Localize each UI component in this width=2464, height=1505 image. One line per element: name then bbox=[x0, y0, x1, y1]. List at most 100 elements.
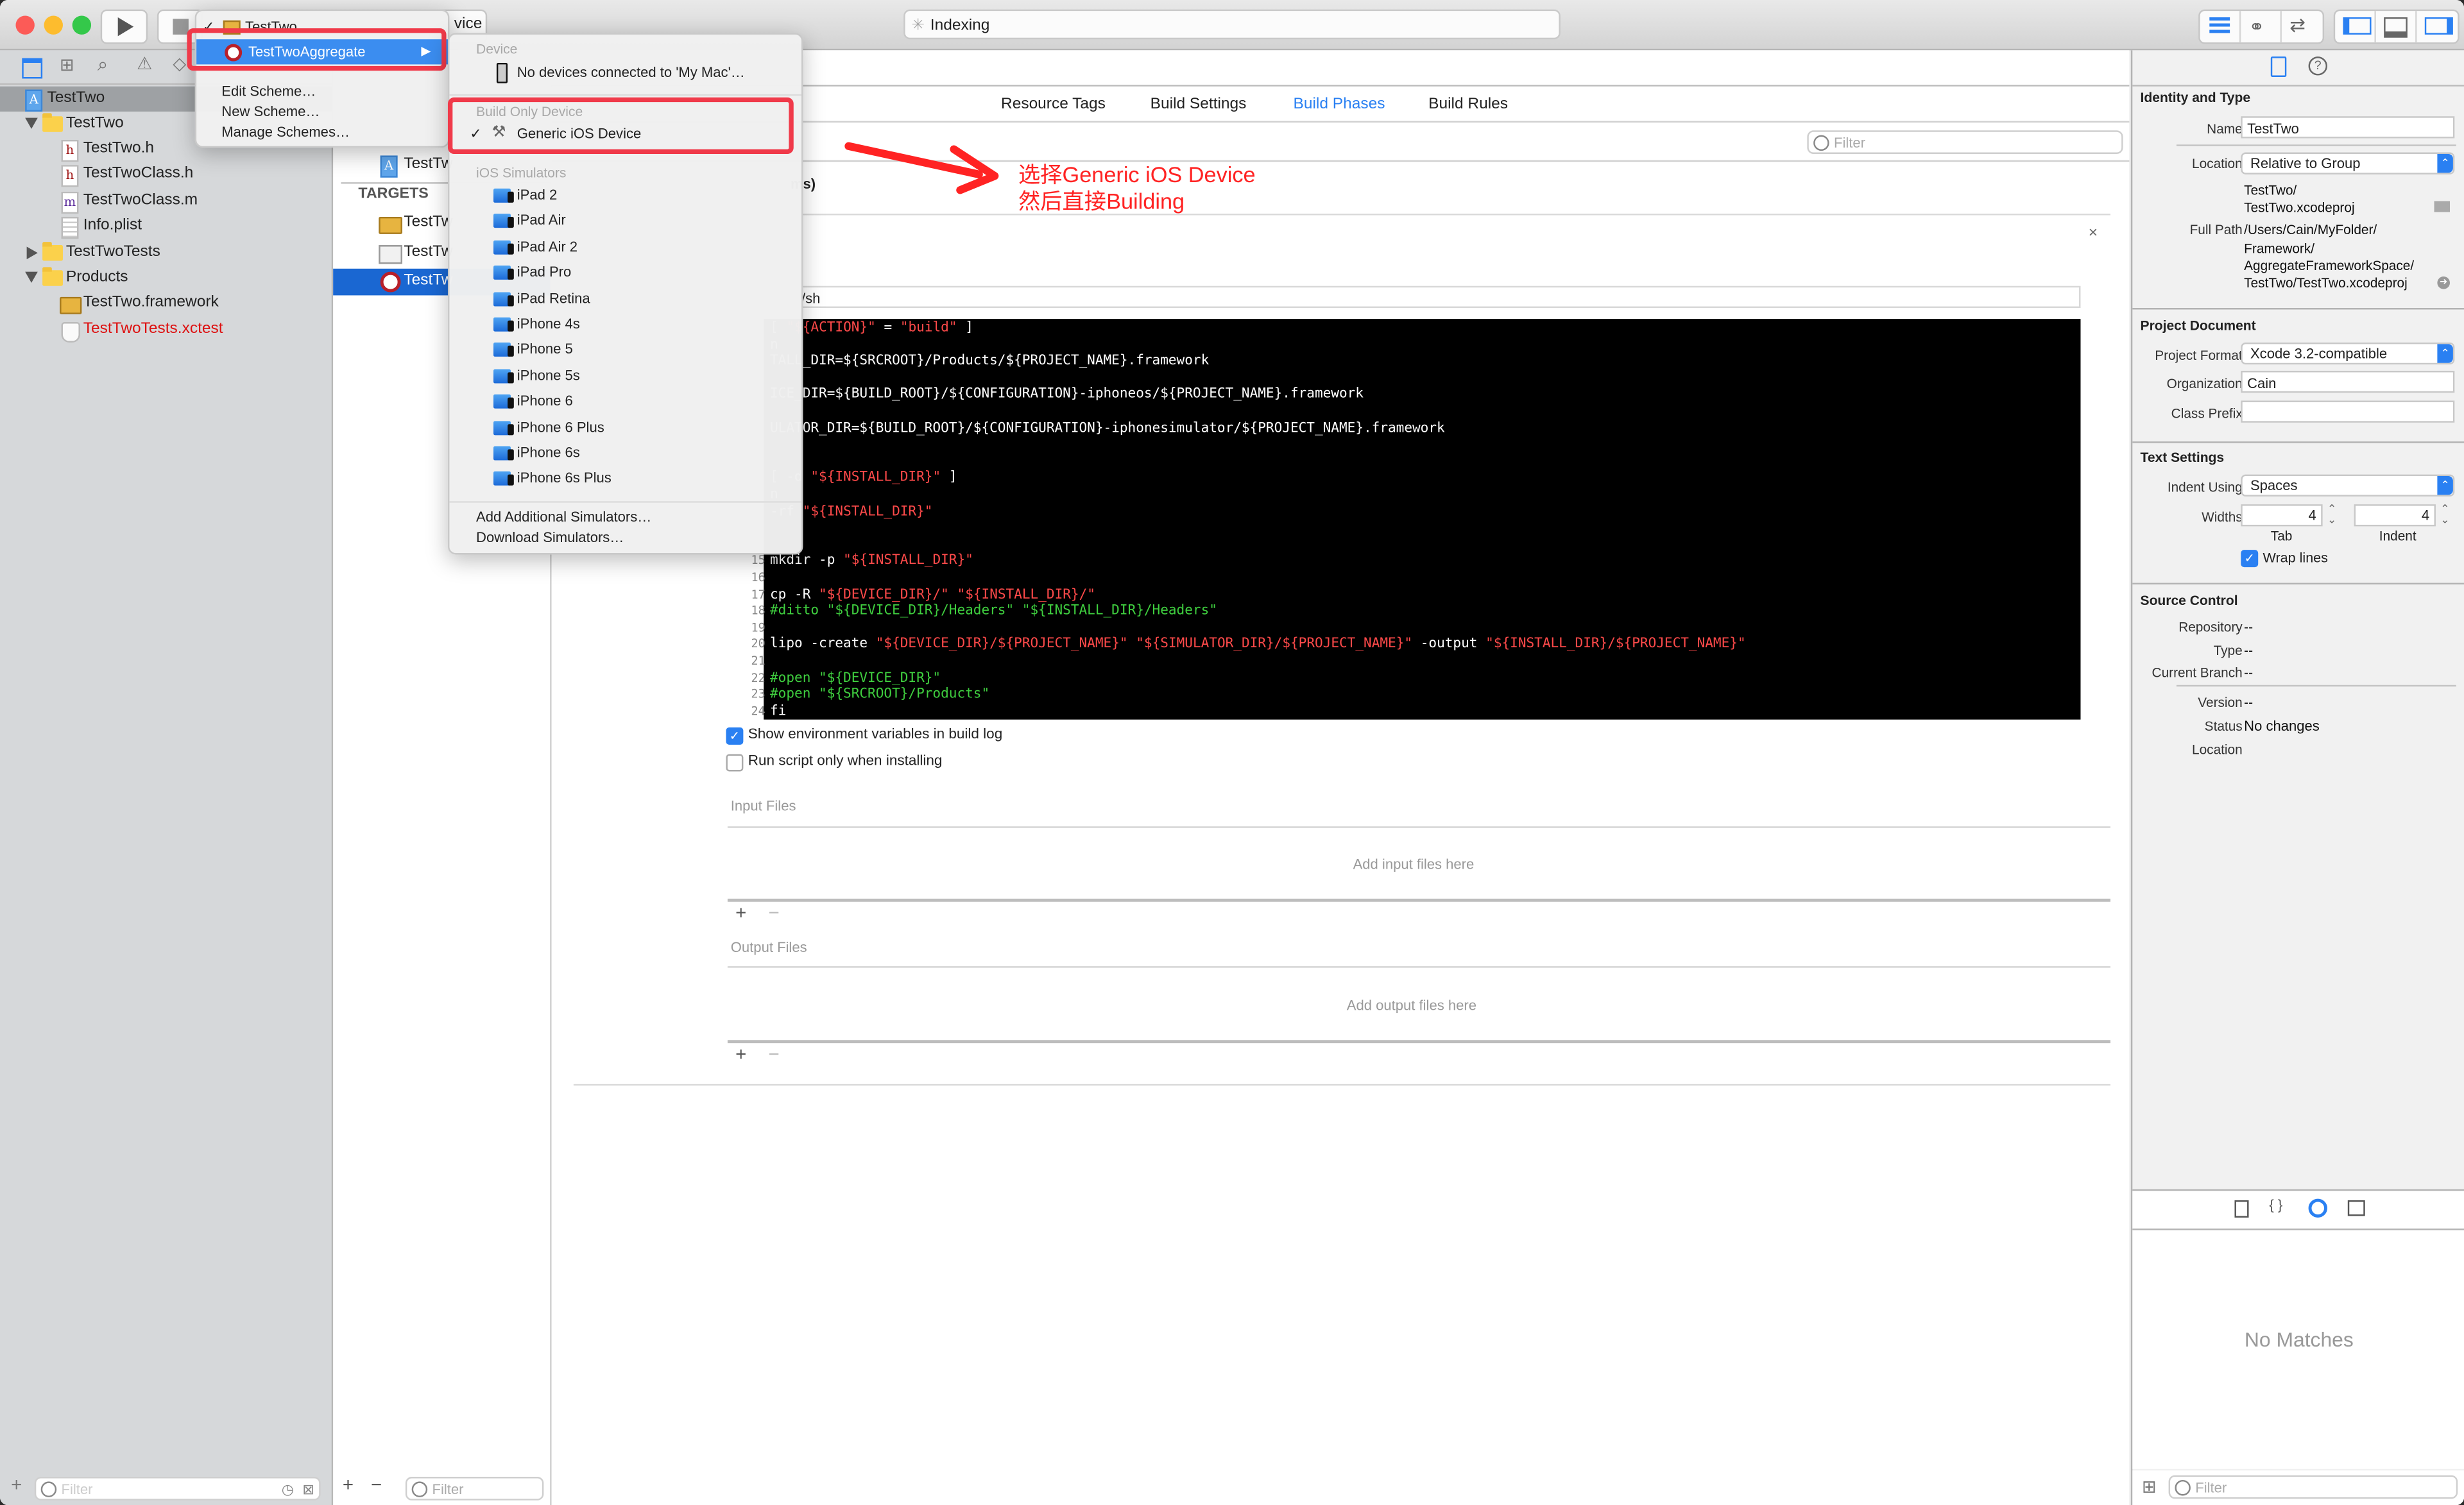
menu-simulator-item[interactable]: iPhone 6 Plus bbox=[449, 416, 801, 438]
menu-new-scheme[interactable]: New Scheme… bbox=[196, 101, 448, 123]
tab-build-settings[interactable]: Build Settings bbox=[1151, 96, 1247, 113]
folder-navigator-icon[interactable] bbox=[22, 58, 43, 79]
class-prefix-field[interactable] bbox=[2241, 400, 2455, 423]
run-button[interactable] bbox=[100, 9, 148, 44]
delete-phase-button[interactable]: × bbox=[2089, 225, 2098, 242]
nav-item-file[interactable]: TestTwoTests.xctest bbox=[0, 318, 332, 343]
menu-edit-scheme[interactable]: Edit Scheme… bbox=[196, 80, 448, 102]
indent-width-field[interactable]: 4 bbox=[2354, 504, 2436, 527]
organization-field[interactable]: Cain bbox=[2241, 370, 2455, 393]
recent-files-icon[interactable]: ◷ bbox=[282, 1479, 294, 1502]
phases-filter-input[interactable]: Filter bbox=[1807, 130, 2123, 155]
code-text: TALL_DIR=${SRCROOT}/Products/${PROJECT_N… bbox=[770, 353, 1210, 370]
tab-build-phases[interactable]: Build Phases bbox=[1294, 96, 1385, 113]
spinner-icon: ✳ bbox=[911, 17, 925, 35]
menu-simulator-item[interactable]: iPhone 5s bbox=[449, 364, 801, 386]
object-library-icon[interactable] bbox=[2308, 1198, 2327, 1218]
menu-simulator-item[interactable]: iPad Air 2 bbox=[449, 235, 801, 257]
test-navigator-icon[interactable]: ◇ bbox=[173, 53, 186, 74]
menu-simulator-item[interactable]: iPhone 6 bbox=[449, 390, 801, 412]
minimize-window-button[interactable] bbox=[44, 15, 63, 35]
add-file-button[interactable]: + bbox=[11, 1474, 22, 1495]
menu-simulator-item[interactable]: iPhone 4s bbox=[449, 312, 801, 334]
quick-help-icon[interactable]: ? bbox=[2308, 56, 2327, 76]
project-format-value: Xcode 3.2-compatible bbox=[2250, 345, 2388, 362]
checkbox-checked[interactable]: ✓ bbox=[2241, 550, 2259, 568]
nav-item-file[interactable]: TestTwo.framework bbox=[0, 291, 332, 316]
reveal-folder-icon[interactable] bbox=[2434, 201, 2450, 212]
simulator-icon bbox=[493, 214, 514, 229]
assistant-editor-button[interactable]: ⚭ bbox=[2241, 11, 2282, 43]
media-library-icon[interactable] bbox=[2347, 1200, 2365, 1216]
menu-download-simulators[interactable]: Download Simulators… bbox=[449, 526, 801, 548]
file-template-library-icon[interactable] bbox=[2234, 1200, 2249, 1218]
zoom-window-button[interactable] bbox=[72, 15, 92, 35]
tab-width-field[interactable]: 4 bbox=[2241, 504, 2323, 527]
project-format-popup[interactable]: Xcode 3.2-compatible bbox=[2241, 342, 2455, 365]
nav-item-file[interactable]: m TestTwoClass.m bbox=[0, 189, 332, 214]
toggle-inspector-button[interactable] bbox=[2417, 11, 2456, 42]
toggle-navigator-button[interactable] bbox=[2335, 11, 2376, 43]
targets-filter-input[interactable]: Filter bbox=[405, 1477, 544, 1501]
iphone-device-icon bbox=[496, 62, 508, 83]
remove-input-file-button[interactable]: − bbox=[769, 902, 780, 924]
menu-simulator-item[interactable]: iPhone 6s Plus bbox=[449, 467, 801, 489]
code-snippet-library-icon[interactable]: { } bbox=[2269, 1197, 2282, 1212]
location-popup[interactable]: Relative to Group bbox=[2241, 152, 2455, 174]
close-window-button[interactable] bbox=[15, 15, 35, 35]
standard-editor-button[interactable] bbox=[2200, 11, 2241, 43]
code-line: 18 #ditto "${DEVICE_DIR}/Headers" "${INST… bbox=[751, 604, 1217, 619]
navigator-filter-input[interactable]: Filter ◷ ⊠ bbox=[34, 1477, 321, 1502]
library-footer: ⊞ Filter bbox=[2132, 1470, 2464, 1505]
header-file-icon: h bbox=[61, 139, 79, 162]
name-field[interactable]: TestTwo bbox=[2241, 116, 2455, 139]
checkbox-unchecked[interactable] bbox=[726, 754, 744, 772]
nav-item-group-products[interactable]: Products bbox=[0, 266, 332, 291]
source-control-filter-icon[interactable]: ⊠ bbox=[302, 1479, 314, 1502]
search-navigator-icon[interactable]: ⌕ bbox=[98, 53, 108, 77]
add-target-button[interactable]: + bbox=[343, 1474, 354, 1495]
nav-item-file[interactable]: h TestTwoClass.h bbox=[0, 162, 332, 187]
tab-width-stepper-icon[interactable]: ⌃ ⌄ bbox=[2327, 504, 2336, 526]
add-input-file-button[interactable]: + bbox=[735, 902, 746, 924]
grid-view-icon[interactable]: ⊞ bbox=[2142, 1477, 2157, 1497]
menu-simulator-item[interactable]: iPhone 5 bbox=[449, 338, 801, 360]
indent-using-label: Indent Using bbox=[2167, 479, 2243, 495]
menu-manage-schemes[interactable]: Manage Schemes… bbox=[196, 121, 448, 143]
indent-using-popup[interactable]: Spaces bbox=[2241, 474, 2455, 497]
menu-simulator-item[interactable]: iPad Air bbox=[449, 210, 801, 232]
output-files-placeholder[interactable]: Add output files here bbox=[1347, 998, 1476, 1013]
checkbox-checked[interactable]: ✓ bbox=[726, 727, 744, 745]
disclosure-triangle-icon[interactable] bbox=[26, 246, 38, 260]
toggle-debug-button[interactable] bbox=[2376, 11, 2417, 43]
menu-simulator-item[interactable]: iPhone 6s bbox=[449, 441, 801, 463]
disclosure-triangle-icon[interactable] bbox=[25, 117, 38, 129]
version-editor-button[interactable]: ⇄ bbox=[2282, 11, 2321, 42]
nav-item-group-tests[interactable]: TestTwoTests bbox=[0, 241, 332, 266]
menu-simulator-item[interactable]: iPad Retina bbox=[449, 287, 801, 309]
menu-simulator-item[interactable]: iPad 2 bbox=[449, 184, 801, 206]
shell-field[interactable]: /sh bbox=[787, 285, 2081, 309]
menu-item-label: iPhone 6 Plus bbox=[517, 418, 604, 435]
issue-navigator-icon[interactable]: ⚠ bbox=[137, 53, 152, 74]
menu-add-simulators[interactable]: Add Additional Simulators… bbox=[449, 506, 801, 528]
menu-simulator-item[interactable]: iPad Pro bbox=[449, 261, 801, 283]
remove-output-file-button[interactable]: − bbox=[769, 1043, 780, 1065]
targets-header: TARGETS bbox=[358, 185, 429, 203]
tab-build-rules[interactable]: Build Rules bbox=[1428, 96, 1508, 113]
reveal-in-finder-arrow-icon[interactable]: ➜ bbox=[2437, 276, 2450, 289]
input-files-placeholder[interactable]: Add input files here bbox=[1353, 856, 1475, 872]
library-filter-input[interactable]: Filter bbox=[2168, 1475, 2458, 1499]
nav-item-file[interactable]: Info.plist bbox=[0, 214, 332, 239]
add-output-file-button[interactable]: + bbox=[735, 1043, 746, 1065]
code-text: ICE_DIR=${BUILD_ROOT}/${CONFIGURATION}-i… bbox=[770, 387, 1364, 403]
file-inspector-icon[interactable] bbox=[2270, 56, 2287, 78]
line-number: 16 bbox=[751, 570, 766, 585]
disclosure-triangle-icon[interactable] bbox=[25, 271, 38, 283]
symbol-navigator-icon[interactable]: ⊞ bbox=[60, 55, 74, 75]
indent-width-stepper-icon[interactable]: ⌃ ⌄ bbox=[2440, 504, 2449, 526]
tab-resource-tags[interactable]: Resource Tags bbox=[1001, 96, 1106, 113]
remove-target-button[interactable]: − bbox=[371, 1474, 382, 1495]
script-code-editor[interactable]: [ "${ACTION}" = "build" ]nTALL_DIR=${SRC… bbox=[751, 319, 2081, 720]
nav-item-label: TestTwoClass.h bbox=[83, 165, 194, 183]
